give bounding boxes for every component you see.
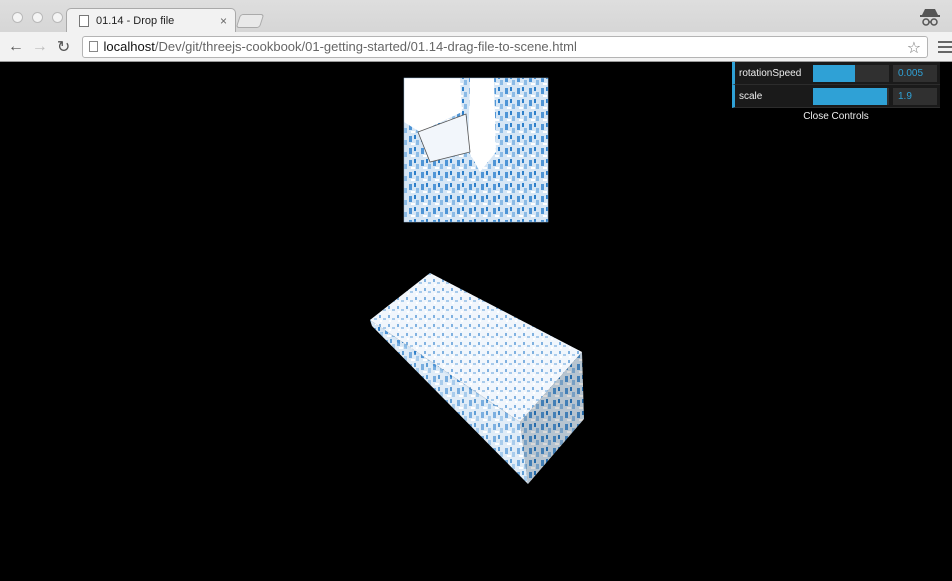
url-path: /Dev/git/threejs-cookbook/01-getting-sta… <box>154 39 577 54</box>
back-arrow-icon[interactable]: ← <box>4 35 28 59</box>
close-controls-button[interactable]: Close Controls <box>732 108 940 125</box>
forward-arrow-icon[interactable]: → <box>28 35 52 59</box>
scene-render <box>370 77 584 484</box>
control-label: scale <box>739 90 763 102</box>
textured-cube <box>370 273 584 484</box>
slider-fill <box>813 64 855 82</box>
new-tab-button[interactable] <box>235 14 265 28</box>
browser-tab[interactable]: 01.14 - Drop file × <box>66 8 236 32</box>
close-window-button[interactable] <box>12 12 23 23</box>
menu-icon[interactable] <box>938 40 952 53</box>
tab-close-icon[interactable]: × <box>220 14 227 28</box>
minimize-window-button[interactable] <box>32 12 43 23</box>
reload-icon[interactable]: ↻ <box>52 35 76 59</box>
controls-panel: rotationSpeed 0.005 scale 1.9 Close Cont… <box>732 62 940 125</box>
star-icon[interactable]: ☆ <box>907 38 921 58</box>
url-host: localhost <box>103 39 155 54</box>
page-icon <box>88 41 98 52</box>
url-text: localhost/Dev/git/threejs-cookbook/01-ge… <box>104 39 577 54</box>
page-icon <box>79 14 89 27</box>
control-row-rotation-speed: rotationSpeed 0.005 <box>732 62 940 85</box>
incognito-profile-icon[interactable] <box>918 6 942 28</box>
browser-toolbar: ← → ↻ localhost/Dev/git/threejs-cookbook… <box>0 32 952 61</box>
tab-title: 01.14 - Drop file <box>96 14 175 27</box>
rotation-speed-input[interactable]: 0.005 <box>893 64 937 82</box>
control-label: rotationSpeed <box>739 67 802 79</box>
address-bar[interactable]: localhost/Dev/git/threejs-cookbook/01-ge… <box>81 35 929 58</box>
scale-slider[interactable] <box>813 87 889 105</box>
webgl-canvas[interactable] <box>0 62 952 581</box>
rotation-speed-slider[interactable] <box>813 64 889 82</box>
scale-input[interactable]: 1.9 <box>893 87 937 105</box>
control-row-scale: scale 1.9 <box>732 85 940 108</box>
zoom-window-button[interactable] <box>52 12 63 23</box>
window-controls <box>12 12 63 23</box>
browser-chrome: 01.14 - Drop file × ← → ↻ localhost/Dev/… <box>0 0 952 62</box>
slider-fill <box>813 87 888 105</box>
texture-preview-image <box>403 77 549 223</box>
